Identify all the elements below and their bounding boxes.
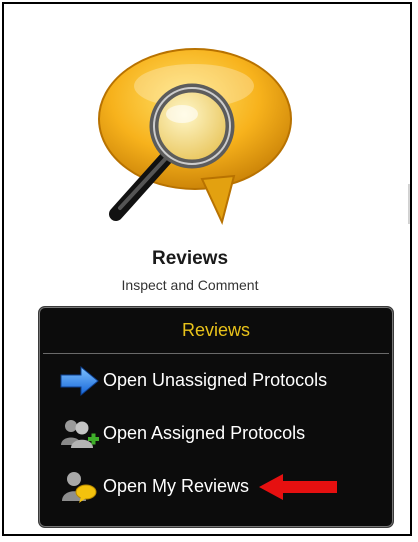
tile-subtitle: Inspect and Comment — [121, 277, 259, 293]
assigned-users-icon — [61, 419, 99, 448]
my-reviews-user-icon — [62, 471, 97, 503]
menu-item-label: Open My Reviews — [103, 476, 250, 496]
reviews-panel: Reviews Inspect and Comment Reviews Open… — [2, 2, 412, 536]
red-arrow-icon — [259, 473, 338, 500]
menu-item-open-unassigned-protocols[interactable]: Open Unassigned Protocols — [39, 354, 393, 407]
blue-arrow-icon — [60, 365, 99, 396]
menu-item-open-assigned-protocols[interactable]: Open Assigned Protocols — [39, 407, 393, 460]
menu-item-label: Open Unassigned Protocols — [103, 370, 328, 390]
menu-header: Reviews — [43, 307, 389, 354]
reviews-dropdown-menu: Reviews Open Unassigned Protocols Open A… — [38, 306, 394, 528]
adjacent-tile-edge — [408, 184, 410, 224]
magnifier-speech-bubble-icon[interactable] — [82, 44, 302, 244]
menu-item-open-my-reviews[interactable]: Open My Reviews — [39, 460, 393, 513]
tile-title[interactable]: Reviews — [4, 248, 376, 270]
menu-item-label: Open Assigned Protocols — [103, 423, 306, 443]
